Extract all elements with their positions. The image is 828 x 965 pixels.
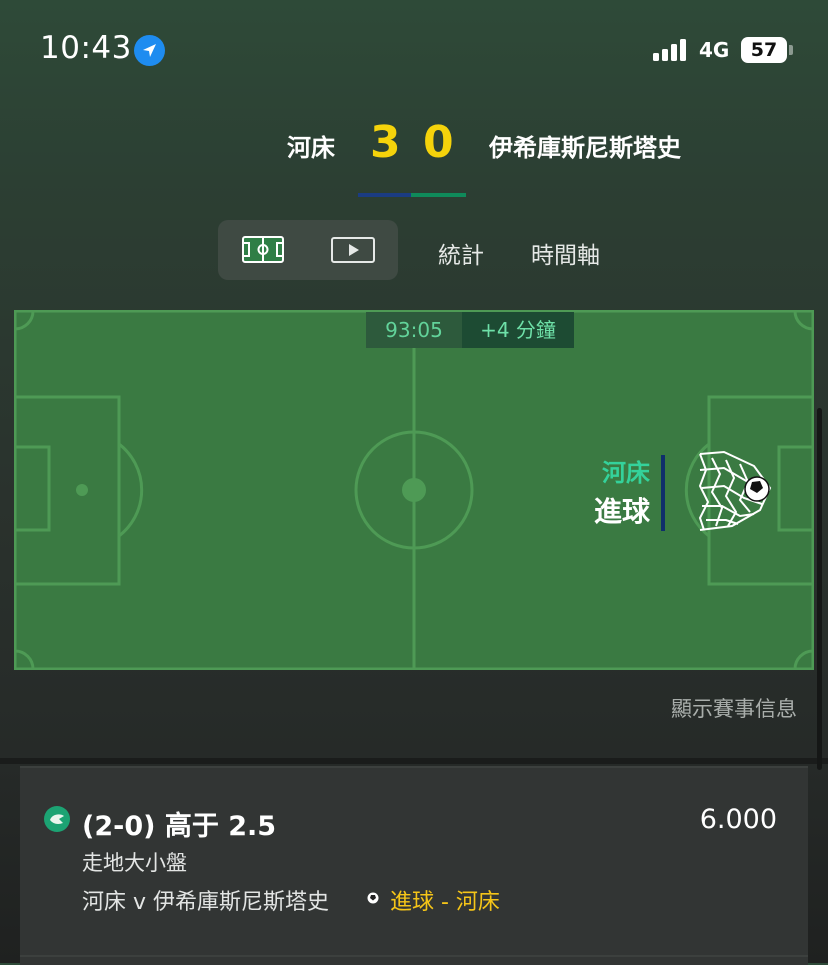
battery-cap: [789, 45, 793, 55]
bet-selection: (2-0) 高于 2.5: [82, 811, 277, 842]
tab-timeline[interactable]: 時間軸: [531, 236, 600, 270]
possession-away: [411, 193, 466, 197]
card-bottom-border: [20, 955, 808, 957]
bet-odds: 6.000: [699, 804, 777, 835]
view-tabs: 統計 時間軸: [218, 220, 618, 280]
soccer-ball-icon: [367, 892, 379, 904]
goal-net-icon: [698, 450, 772, 531]
tab-stats[interactable]: 統計: [438, 236, 484, 270]
clock-time: 93:05: [366, 312, 462, 348]
scrollbar[interactable]: [817, 408, 822, 770]
location-arrow-icon: [134, 35, 165, 66]
show-match-info-link[interactable]: 顯示賽事信息: [671, 693, 797, 723]
bet-card[interactable]: (2-0) 高于 2.5 6.000 走地大小盤 河床 v 伊希庫斯尼斯塔史 進…: [20, 766, 808, 965]
away-team-name: 伊希庫斯尼斯塔史: [489, 134, 681, 162]
away-score: 0: [423, 117, 454, 168]
event-divider: [661, 455, 665, 531]
network-type: 4G: [699, 38, 730, 62]
signal-icon: [652, 38, 692, 62]
home-score: 3: [370, 117, 401, 168]
event-team: 河床: [602, 459, 650, 487]
video-play-icon[interactable]: [328, 233, 378, 267]
bet-market: 走地大小盤: [82, 851, 187, 875]
status-bar: 10:43 4G 57: [0, 0, 828, 100]
home-team-name: 河床: [287, 134, 335, 162]
match-clock: 93:05 +4 分鐘: [366, 312, 574, 348]
possession-home: [358, 193, 411, 197]
bet-status-icon: [44, 806, 70, 832]
scoreboard: 河床 3 0 伊希庫斯尼斯塔史: [0, 110, 828, 180]
media-tab-group: [218, 220, 398, 280]
possession-bar: [358, 193, 466, 197]
bet-event: 河床 v 伊希庫斯尼斯塔史: [82, 890, 330, 915]
event-label: 進球: [593, 495, 650, 528]
section-divider: [0, 758, 828, 764]
bet-result: 進球 - 河床: [390, 890, 500, 915]
added-time: +4 分鐘: [462, 312, 574, 348]
pitch-view-icon[interactable]: [238, 233, 288, 267]
status-time: 10:43: [40, 30, 132, 66]
battery-level: 57: [741, 37, 787, 63]
